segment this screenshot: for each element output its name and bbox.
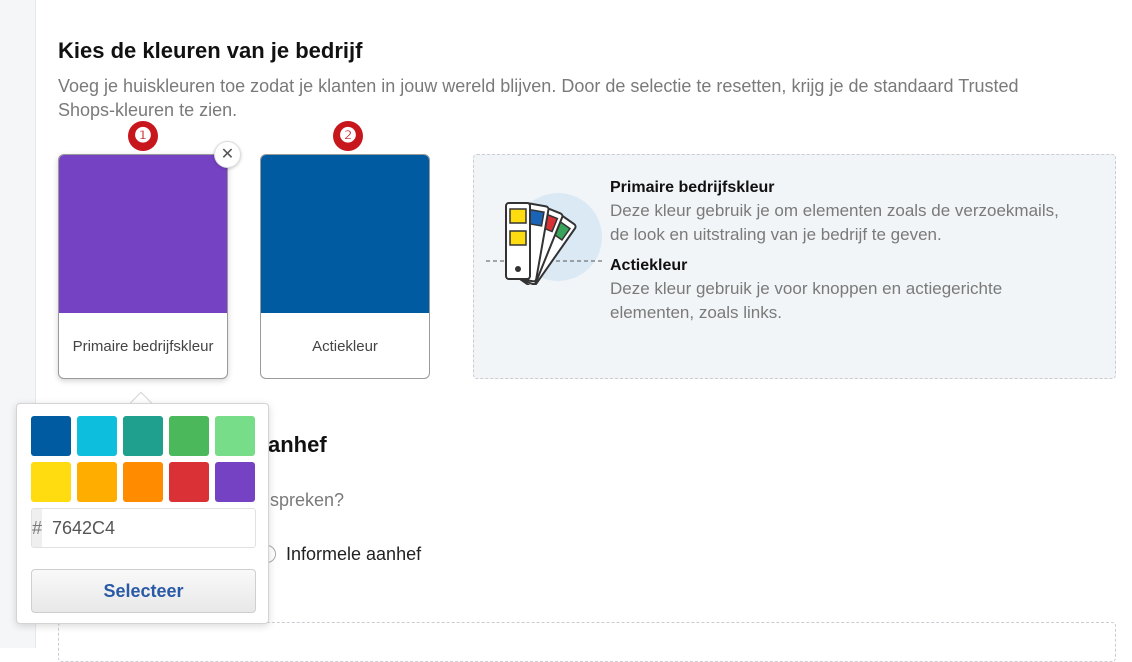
page-description: Voeg je huiskleuren toe zodat je klanten… <box>58 76 1019 120</box>
palette-swatch[interactable] <box>169 416 209 456</box>
hex-prefix: # <box>32 509 43 547</box>
palette-swatch[interactable] <box>123 416 163 456</box>
select-button[interactable]: Selecteer <box>31 569 256 613</box>
info-action-text: Deze kleur gebruik je voor knoppen en ac… <box>610 279 1003 322</box>
action-color-card[interactable]: Actiekleur <box>260 154 430 379</box>
salutation-section-description: spreken? <box>270 490 345 510</box>
color-fan-icon <box>486 193 602 285</box>
palette-swatch[interactable] <box>215 416 255 456</box>
informal-salutation-label[interactable]: Informele aanhef <box>286 544 421 565</box>
primary-color-card[interactable]: Primaire bedrijfskleur <box>58 154 228 379</box>
action-color-swatch[interactable] <box>261 155 429 313</box>
palette-swatch[interactable] <box>123 462 163 502</box>
primary-color-label: Primaire bedrijfskleur <box>72 338 214 355</box>
action-color-label: Actiekleur <box>312 338 378 355</box>
color-info-box: Primaire bedrijfskleur Deze kleur gebrui… <box>473 154 1116 379</box>
badge-1: ❶ <box>128 121 158 151</box>
color-picker-popover: # Selecteer <box>16 403 269 624</box>
hex-color-field: # <box>31 508 256 548</box>
reset-color-button[interactable]: ✕ <box>214 141 241 168</box>
palette-swatch[interactable] <box>31 416 71 456</box>
palette-swatch[interactable] <box>77 416 117 456</box>
palette-swatch[interactable] <box>77 462 117 502</box>
badge-2: ❷ <box>333 121 363 151</box>
palette-swatch[interactable] <box>31 462 71 502</box>
palette-swatch[interactable] <box>169 462 209 502</box>
info-primary-title: Primaire bedrijfskleur <box>610 179 775 196</box>
hex-input[interactable] <box>42 509 255 547</box>
info-primary-text: Deze kleur gebruik je om elementen zoals… <box>610 201 1059 244</box>
color-palette <box>31 416 255 502</box>
salutation-section-title: anhef <box>268 432 327 457</box>
next-section-box <box>58 622 1116 662</box>
palette-swatch[interactable] <box>215 462 255 502</box>
primary-color-swatch[interactable] <box>59 155 227 313</box>
info-action-title: Actiekleur <box>610 257 688 274</box>
page-title: Kies de kleuren van je bedrijf <box>58 38 363 63</box>
